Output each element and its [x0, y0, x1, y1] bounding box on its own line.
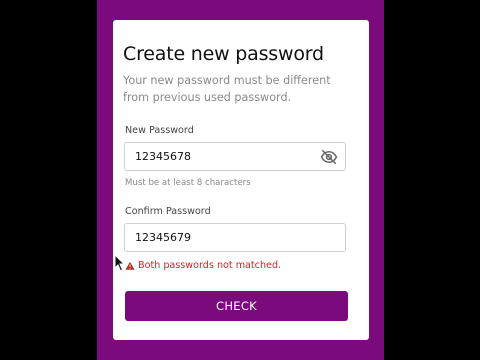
confirm-password-field[interactable]: 12345679 [124, 223, 346, 252]
confirm-password-label: Confirm Password [125, 206, 211, 217]
confirm-password-value: 12345679 [135, 231, 191, 244]
warning-icon [125, 261, 135, 270]
check-button[interactable]: CHECK [125, 291, 348, 321]
new-password-value: 12345678 [135, 150, 191, 163]
password-card: Create new password Your new password mu… [113, 20, 369, 340]
mouse-cursor-icon [114, 254, 126, 272]
new-password-field[interactable]: 12345678 [124, 142, 346, 171]
new-password-hint: Must be at least 8 characters [125, 178, 251, 188]
page-title: Create new password [123, 43, 324, 65]
eye-off-icon[interactable] [320, 148, 338, 166]
password-mismatch-error: Both passwords not matched. [125, 260, 281, 271]
new-password-label: New Password [125, 125, 194, 136]
error-text: Both passwords not matched. [138, 260, 282, 271]
page-subtitle: Your new password must be different from… [123, 74, 331, 104]
